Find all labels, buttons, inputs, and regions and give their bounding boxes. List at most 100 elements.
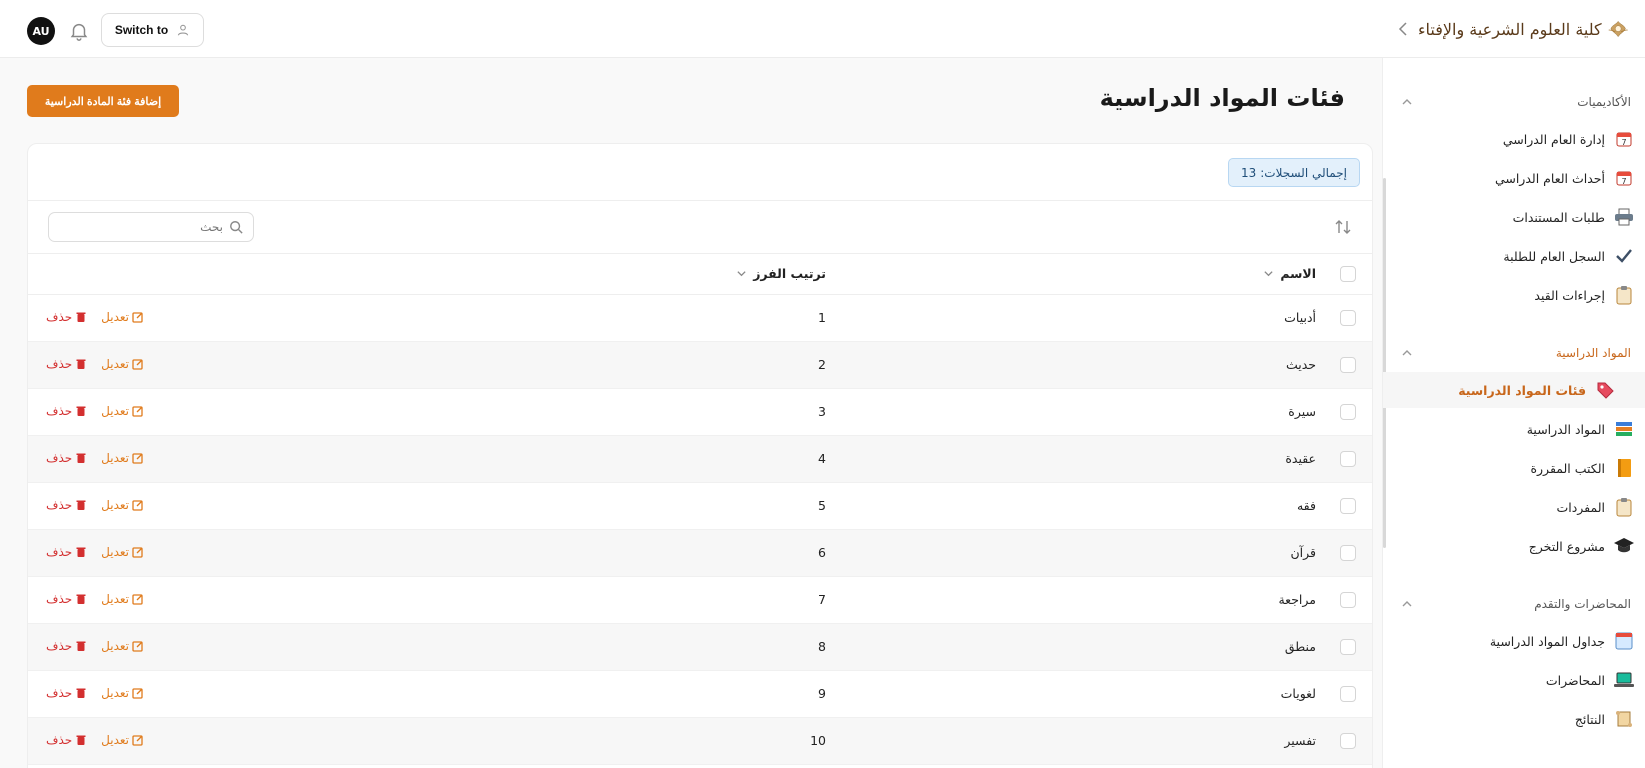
table-row[interactable]: منطق 8 تعديل حذف (28, 624, 1372, 671)
tag-icon (1594, 379, 1616, 401)
row-checkbox[interactable] (1340, 357, 1356, 373)
sidebar-scrollbar[interactable] (1383, 178, 1386, 548)
chevron-left-icon[interactable] (1395, 20, 1411, 38)
table-header: الاسم ترتيب الفرز (28, 253, 1372, 295)
row-checkbox[interactable] (1340, 639, 1356, 655)
sidebar-item-enrollment[interactable]: إجراءات القيد (1413, 277, 1643, 313)
delete-label: حذف (46, 639, 73, 653)
delete-button[interactable]: حذف (46, 592, 87, 606)
select-all-checkbox[interactable] (1340, 266, 1356, 282)
sidebar-item-academic-year[interactable]: 7 إدارة العام الدراسي (1413, 121, 1643, 157)
table-row[interactable]: عقيدة 4 تعديل حذف (28, 436, 1372, 483)
sidebar-item-document-requests[interactable]: طلبات المستندات (1413, 199, 1643, 235)
row-checkbox[interactable] (1340, 451, 1356, 467)
sidebar-item-label: إدارة العام الدراسي (1502, 131, 1605, 147)
table-row[interactable]: حديث 2 تعديل حذف (28, 342, 1372, 389)
edit-button[interactable]: تعديل (101, 686, 144, 700)
trash-icon (76, 688, 86, 698)
edit-button[interactable]: تعديل (101, 357, 144, 371)
column-header-name[interactable]: الاسم (1263, 266, 1316, 281)
edit-label: تعديل (101, 451, 130, 465)
delete-button[interactable]: حذف (46, 451, 87, 465)
edit-button[interactable]: تعديل (101, 310, 144, 324)
edit-button[interactable]: تعديل (101, 733, 144, 747)
svg-text:7: 7 (1621, 138, 1626, 147)
cell-name: فقه (1296, 498, 1316, 513)
sidebar-item-schedules[interactable]: جداول المواد الدراسية (1413, 623, 1643, 659)
edit-label: تعديل (101, 498, 130, 512)
trash-icon (76, 641, 86, 651)
delete-button[interactable]: حذف (46, 498, 87, 512)
sidebar-section-lectures[interactable]: المحاضرات والتقدم (1401, 592, 1631, 616)
row-checkbox[interactable] (1340, 404, 1356, 420)
edit-icon (132, 406, 143, 417)
user-icon (177, 24, 189, 36)
row-checkbox[interactable] (1340, 310, 1356, 326)
cell-name: مراجعة (1278, 592, 1316, 607)
table-row[interactable]: مراجعة 7 تعديل حذف (28, 577, 1372, 624)
delete-button[interactable]: حذف (46, 639, 87, 653)
add-subject-category-button[interactable]: إضافة فئة المادة الدراسية (27, 85, 179, 117)
trash-icon (76, 594, 86, 604)
table-card: إجمالي السجلات: 13 الاسم ترتيب الفرز أدب… (27, 143, 1373, 768)
sidebar-item-label: المواد الدراسية (1526, 421, 1605, 437)
checkmark-icon (1613, 245, 1635, 267)
sidebar-item-results[interactable]: النتائج (1413, 701, 1643, 737)
sidebar-item-subjects[interactable]: المواد الدراسية (1413, 411, 1643, 447)
cell-sort-order: 7 (818, 592, 826, 607)
row-checkbox[interactable] (1340, 733, 1356, 749)
delete-button[interactable]: حذف (46, 686, 87, 700)
delete-button[interactable]: حذف (46, 545, 87, 559)
row-checkbox[interactable] (1340, 545, 1356, 561)
delete-button[interactable]: حذف (46, 357, 87, 371)
search-box[interactable] (48, 212, 254, 242)
sidebar-item-graduation-project[interactable]: مشروع التخرج (1413, 528, 1643, 564)
sidebar-item-student-registry[interactable]: السجل العام للطلبة (1413, 238, 1643, 274)
trash-icon (76, 453, 86, 463)
row-checkbox[interactable] (1340, 686, 1356, 702)
delete-label: حذف (46, 733, 73, 747)
edit-button[interactable]: تعديل (101, 545, 144, 559)
sidebar-section-academics[interactable]: الأكاديميات (1401, 90, 1631, 114)
edit-button[interactable]: تعديل (101, 592, 144, 606)
sidebar-item-lectures[interactable]: المحاضرات (1413, 662, 1643, 698)
table-row[interactable]: أدبيات 1 تعديل حذف (28, 295, 1372, 342)
edit-button[interactable]: تعديل (101, 404, 144, 418)
delete-label: حذف (46, 686, 73, 700)
section-title: المواد الدراسية (1555, 346, 1631, 360)
delete-button[interactable]: حذف (46, 310, 87, 324)
sort-icon[interactable] (1334, 218, 1352, 236)
edit-label: تعديل (101, 310, 130, 324)
switch-to-button[interactable]: Switch to (101, 13, 204, 47)
search-input[interactable] (73, 220, 223, 234)
cell-sort-order: 9 (818, 686, 826, 701)
row-checkbox[interactable] (1340, 498, 1356, 514)
sidebar-item-textbooks[interactable]: الكتب المقررة (1413, 450, 1643, 486)
delete-button[interactable]: حذف (46, 404, 87, 418)
sidebar-item-subject-categories[interactable]: فئات المواد الدراسية (1383, 372, 1645, 408)
sidebar-item-academic-events[interactable]: 7 أحداث العام الدراسي (1413, 160, 1643, 196)
table-row[interactable]: سيرة 3 تعديل حذف (28, 389, 1372, 436)
row-checkbox[interactable] (1340, 592, 1356, 608)
cell-sort-order: 3 (818, 404, 826, 419)
bell-icon[interactable] (68, 20, 90, 42)
sidebar-section-subjects[interactable]: المواد الدراسية (1401, 341, 1631, 365)
delete-label: حذف (46, 545, 73, 559)
column-header-sort-order[interactable]: ترتيب الفرز (736, 266, 826, 281)
table-row[interactable]: تفسير 10 تعديل حذف (28, 718, 1372, 765)
avatar[interactable]: AU (27, 17, 55, 45)
sidebar-item-vocabulary[interactable]: المفردات (1413, 489, 1643, 525)
edit-button[interactable]: تعديل (101, 639, 144, 653)
cell-name: سيرة (1288, 404, 1316, 419)
table-row[interactable]: لغويات 9 تعديل حذف (28, 671, 1372, 718)
delete-button[interactable]: حذف (46, 733, 87, 747)
table-row[interactable]: قرآن 6 تعديل حذف (28, 530, 1372, 577)
edit-icon (132, 453, 143, 464)
cell-name: حديث (1285, 357, 1316, 372)
edit-button[interactable]: تعديل (101, 451, 144, 465)
sidebar-item-label: السجل العام للطلبة (1503, 248, 1605, 264)
table-row[interactable]: فقه 5 تعديل حذف (28, 483, 1372, 530)
chevron-up-icon (1402, 99, 1412, 105)
edit-label: تعديل (101, 357, 130, 371)
edit-button[interactable]: تعديل (101, 498, 144, 512)
